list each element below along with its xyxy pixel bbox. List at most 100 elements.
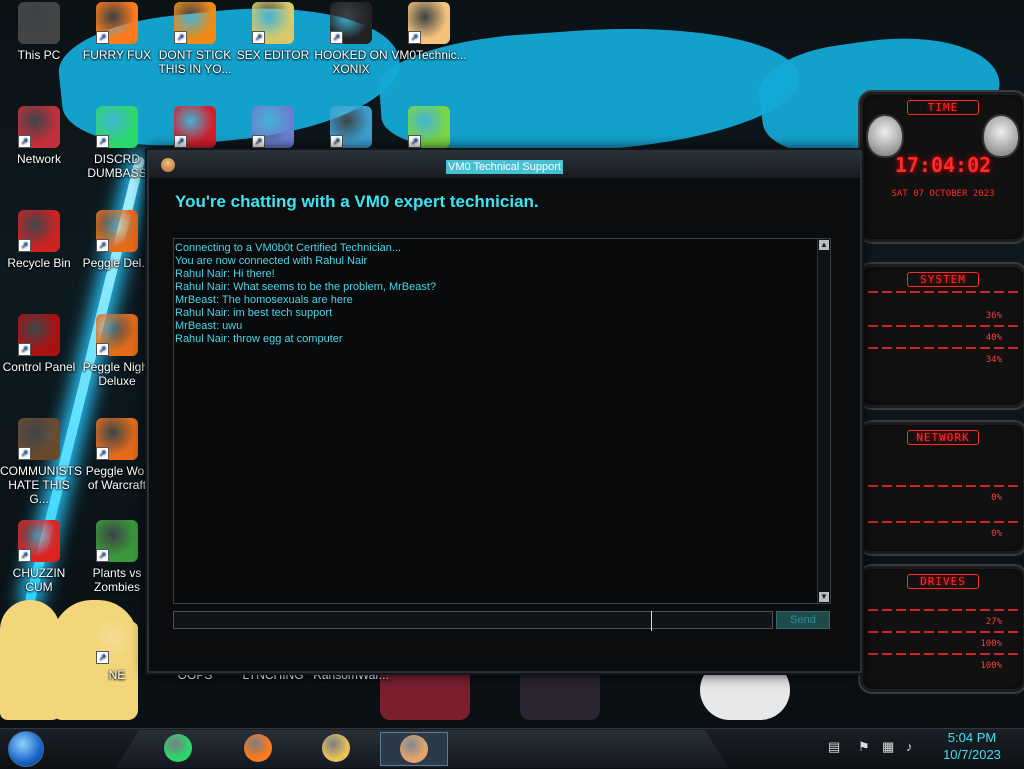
drive-value-2: 100%: [980, 639, 1002, 649]
system-value-2: 40%: [985, 333, 1002, 343]
desktop-icon[interactable]: ↗ Network: [0, 106, 78, 166]
desktop-icon[interactable]: ↗ DISCRD DUMBASS: [78, 106, 156, 180]
desktop-icon-label: CHUZZIN CUM: [12, 566, 66, 594]
shortcut-arrow-icon: ↗: [96, 549, 109, 562]
network-value-1: 0%: [991, 493, 1002, 503]
desktop-icon[interactable]: ↗ Plants vs Zombies: [78, 520, 156, 594]
taskbar-app-button[interactable]: [318, 732, 354, 764]
time-gadget: TIME 17:04:02 SAT 07 OCTOBER 2023: [858, 90, 1024, 244]
shortcut-arrow-icon: ↗: [408, 31, 421, 44]
network-value-2: 0%: [991, 529, 1002, 539]
drive-value-3: 100%: [980, 661, 1002, 671]
christmas-app-icon: ↗: [330, 106, 372, 148]
desktop-icon[interactable]: ↗ COMMUNISTS HATE THIS G...: [0, 418, 82, 506]
flag-icon[interactable]: ⚑: [858, 739, 870, 755]
scroll-up-icon[interactable]: ▲: [819, 240, 829, 250]
peggle-icon: ↗: [96, 210, 138, 252]
desktop-icon[interactable]: This PC: [0, 2, 78, 62]
desktop-icon[interactable]: ↗ Peggle Wor of Warcraft: [78, 418, 156, 492]
vlc-icon: ↗: [174, 2, 216, 44]
desktop-icon-label: Network: [16, 152, 61, 166]
chat-line: MrBeast: The homosexuals are here: [175, 294, 353, 306]
shortcut-arrow-icon: ↗: [174, 31, 187, 44]
chat-line: MrBeast: uwu: [175, 320, 243, 332]
clock-date: 10/7/2023: [943, 747, 1001, 762]
scroll-down-icon[interactable]: ▼: [819, 592, 829, 602]
shortcut-arrow-icon: ↗: [96, 135, 109, 148]
desktop-icon[interactable]: ↗ CHUZZIN CUM: [0, 520, 78, 594]
chat-app-icon: ↗: [96, 106, 138, 148]
system-value-3: 34%: [985, 355, 1002, 365]
desktop-icon-label: Peggle Night Deluxe: [82, 360, 152, 388]
taskbar-clock[interactable]: 5:04 PM 10/7/2023: [930, 729, 1014, 763]
plants-icon: ↗: [96, 520, 138, 562]
taskbar-app-button[interactable]: [160, 732, 196, 764]
shortcut-arrow-icon: ↗: [18, 135, 31, 148]
desktop-icon[interactable]: ↗ SEX EDITOR: [234, 2, 312, 62]
taskbar-app-button[interactable]: [240, 732, 276, 764]
system-gadget-title: SYSTEM: [907, 272, 979, 287]
send-button[interactable]: Send: [776, 611, 830, 629]
desktop-icon-label: Control Panel: [2, 360, 76, 374]
start-button[interactable]: [8, 731, 44, 767]
file-explorer-icon: [322, 734, 350, 762]
network-graph: [868, 521, 1018, 523]
desktop-icon-label: SEX EDITOR: [236, 48, 310, 62]
desktop-icon[interactable]: ↗: [234, 106, 312, 152]
desktop-icon[interactable]: ↗: [156, 106, 234, 152]
shortcut-arrow-icon: ↗: [252, 135, 265, 148]
control-panel-icon: ↗: [18, 314, 60, 356]
taskbar-app-button[interactable]: [380, 732, 448, 766]
network-tray-icon[interactable]: ▦: [882, 739, 894, 755]
desktop-icon-label: COMMUNISTS HATE THIS G...: [0, 464, 82, 506]
chuzzle-icon: ↗: [18, 520, 60, 562]
chat-scrollbar[interactable]: ▲ ▼: [817, 239, 830, 603]
drives-gadget: DRIVES 27% 100% 100%: [858, 564, 1024, 694]
drive-bar: [868, 653, 1018, 655]
peggle-icon: ↗: [96, 314, 138, 356]
volume-icon[interactable]: ♪: [906, 739, 913, 754]
disk-bar: [868, 347, 1018, 349]
desktop-icon-label: Peggle Wor of Warcraft: [85, 464, 149, 492]
desktop-icon[interactable]: ↗ NE: [78, 622, 156, 682]
drives-gadget-title: DRIVES: [907, 574, 979, 589]
shortcut-arrow-icon: ↗: [330, 31, 343, 44]
desktop-icon-label: Peggle Del...: [82, 256, 152, 270]
system-value-1: 36%: [985, 311, 1002, 321]
cpu-bar: [868, 291, 1018, 293]
technician-icon: ↗: [408, 2, 450, 44]
firefox-icon: ↗: [96, 2, 138, 44]
computer-icon: [18, 2, 60, 44]
desktop-icon-label: VM0Technic...: [391, 48, 467, 62]
shortcut-arrow-icon: ↗: [252, 31, 265, 44]
drive-value-1: 27%: [985, 617, 1002, 627]
alien-head-icon: [866, 114, 904, 158]
window-title: VM0 Technical Support: [446, 160, 563, 174]
desktop-icon[interactable]: ↗ Recycle Bin: [0, 210, 78, 270]
chat-log[interactable]: Connecting to a VM0b0t Certified Technic…: [173, 238, 831, 604]
desktop-icon[interactable]: ↗ FURRY FUX: [78, 2, 156, 62]
desktop-icon[interactable]: ↗: [312, 106, 390, 152]
memory-bar: [868, 325, 1018, 327]
desktop-icon[interactable]: ↗: [390, 106, 468, 152]
desktop-icon-label: Recycle Bin: [7, 256, 71, 270]
chat-window: VM0 Technical Support You're chatting wi…: [147, 150, 862, 673]
dev-cpp-icon: ↗: [174, 106, 216, 148]
office-icon[interactable]: ▤: [828, 739, 840, 755]
desktop-icon[interactable]: ↗ VM0Technic...: [390, 2, 468, 62]
desktop-icon[interactable]: ↗ Control Panel: [0, 314, 78, 374]
shortcut-arrow-icon: ↗: [174, 135, 187, 148]
desktop-icon[interactable]: ↗ HOOKED ON XONIX: [312, 2, 390, 76]
drive-bar: [868, 609, 1018, 611]
game-icon: ↗: [330, 2, 372, 44]
chat-message-input[interactable]: [173, 611, 773, 629]
hex-editor-icon: ↗: [252, 2, 294, 44]
desktop-icon[interactable]: ↗ DONT STICK THIS IN YO...: [156, 2, 234, 76]
desktop-icon-label: DISCRD DUMBASS: [87, 152, 147, 180]
chat-app-icon: [164, 734, 192, 762]
alien-head-icon: [982, 114, 1020, 158]
window-title-bar[interactable]: VM0 Technical Support: [149, 152, 860, 178]
desktop-icon[interactable]: ↗ Peggle Night Deluxe: [78, 314, 156, 388]
desktop-icon[interactable]: ↗ Peggle Del...: [78, 210, 156, 270]
money-bag-icon: ↗: [18, 418, 60, 460]
